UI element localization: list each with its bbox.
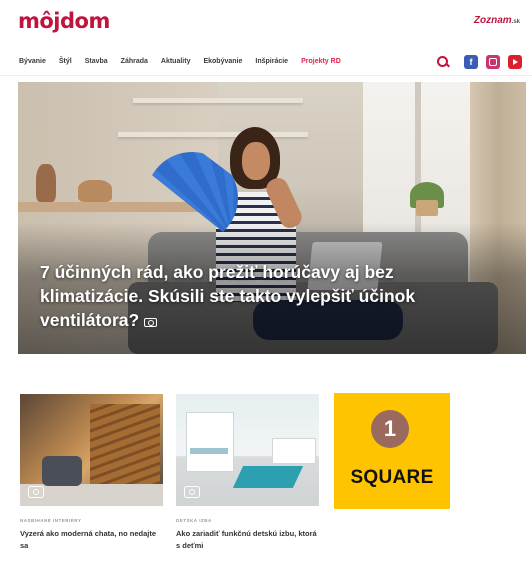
nav-item-stavba[interactable]: Stavba <box>85 58 108 65</box>
instagram-icon[interactable] <box>486 55 500 69</box>
article-card[interactable]: DETSKÁ IZBA Ako zariadiť funkčnú detskú … <box>176 394 319 552</box>
site-header: môjdom Zoznam.sk <box>0 0 532 42</box>
site-logo[interactable]: môjdom <box>18 9 110 33</box>
nav-item-styl[interactable]: Štýl <box>59 58 72 65</box>
camera-icon <box>184 486 200 498</box>
thumb-rug <box>232 466 304 488</box>
nav-item-zahrada[interactable]: Záhrada <box>121 58 148 65</box>
hero-image-shelf <box>118 132 308 137</box>
nav-item-inspiracie[interactable]: Inšpirácie <box>255 58 288 65</box>
hero-title[interactable]: 7 účinných rád, ako prežiť horúčavy aj b… <box>40 260 470 332</box>
article-thumbnail[interactable] <box>20 394 163 506</box>
hero-image-vase <box>78 180 112 202</box>
thumb-shelf <box>186 412 234 472</box>
hero-image-face <box>242 142 270 180</box>
hero-image-pot <box>416 200 438 216</box>
camera-icon <box>144 318 158 327</box>
nav-item-byvanie[interactable]: Bývanie <box>19 58 46 65</box>
hero-image-shelf <box>133 98 303 103</box>
thumb-chair <box>42 456 82 486</box>
thumb-staircase <box>90 404 160 484</box>
nav-item-ekobyvanie[interactable]: Ekobývanie <box>203 58 242 65</box>
article-category[interactable]: DETSKÁ IZBA <box>176 518 319 523</box>
nav-item-aktuality[interactable]: Aktuality <box>161 58 191 65</box>
thumb-bed <box>272 438 316 464</box>
thumb-desk <box>190 448 228 454</box>
hero-article[interactable]: 7 účinných rád, ako prežiť horúčavy aj b… <box>18 82 526 354</box>
article-card[interactable]: NASBIHANÉ INTERIÉRY Vyzerá ako moderná c… <box>20 394 163 552</box>
ad-label: SQUARE <box>350 467 434 488</box>
article-category[interactable]: NASBIHANÉ INTERIÉRY <box>20 518 163 523</box>
nav-icons: f <box>436 55 522 69</box>
hero-title-text: 7 účinných rád, ako prežiť horúčavy aj b… <box>40 262 416 330</box>
main-nav: Bývanie Štýl Stavba Záhrada Aktuality Ek… <box>0 50 532 76</box>
page: môjdom Zoznam.sk Bývanie Štýl Stavba Záh… <box>0 0 532 570</box>
article-thumbnail[interactable] <box>176 394 319 506</box>
youtube-icon[interactable] <box>508 55 522 69</box>
article-title[interactable]: Vyzerá ako moderná chata, no nedajte sa <box>20 528 163 552</box>
hero-image-vase <box>36 164 56 202</box>
square-ad[interactable]: 1 SQUARE <box>334 393 450 509</box>
partner-logo[interactable]: Zoznam.sk <box>474 15 520 26</box>
ad-number-badge: 1 <box>371 410 409 448</box>
partner-suffix: .sk <box>511 19 520 25</box>
article-title[interactable]: Ako zariadiť funkčnú detskú izbu, ktorá … <box>176 528 319 552</box>
nav-item-projekty-rd[interactable]: Projekty RD <box>301 58 341 65</box>
camera-icon <box>28 486 44 498</box>
facebook-icon[interactable]: f <box>464 55 478 69</box>
nav-menu: Bývanie Štýl Stavba Záhrada Aktuality Ek… <box>19 58 341 65</box>
search-icon[interactable] <box>436 55 450 69</box>
partner-name: Zoznam <box>473 15 512 26</box>
